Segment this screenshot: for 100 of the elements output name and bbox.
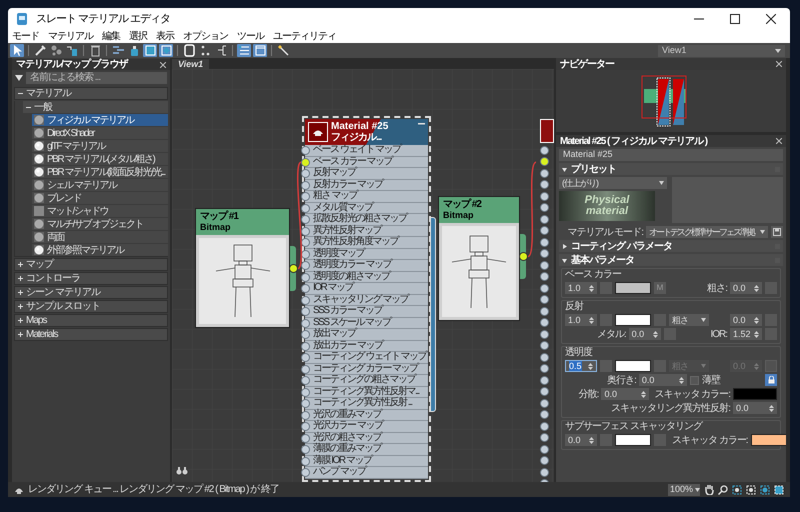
group-header[interactable]: 一般 [23,101,168,113]
menu-item[interactable]: オプション [183,30,228,42]
input-socket[interactable] [301,192,310,201]
search-icon[interactable] [718,484,728,494]
hand-icon[interactable] [704,484,714,495]
material-item[interactable]: マルチ/サブ オブジェクト [32,218,168,230]
input-socket[interactable] [301,353,310,362]
color-swatch[interactable] [615,282,651,294]
frame-icon[interactable] [760,484,770,494]
dropdown[interactable]: 粗さ [669,314,709,326]
plus-icon[interactable] [17,317,24,324]
menu-item[interactable]: ユーティリティ [273,30,336,42]
material-item[interactable]: 外部参照マテリアル [32,244,168,256]
view-dropdown[interactable]: View1 [658,44,785,56]
spinner-field[interactable]: 0.0 [628,328,661,340]
menu-item[interactable]: ツール [237,30,264,42]
material-item[interactable]: DirectX Shader [32,127,168,139]
spinner-field[interactable]: 0.0 [565,434,597,446]
input-socket[interactable] [301,342,310,350]
save-button[interactable] [771,226,783,238]
section-header[interactable]: 基本パラメータ [559,254,783,266]
material-item[interactable]: PBR マテリアル(メタル/粗さ) [32,153,168,165]
material-item[interactable]: 両面 [32,231,168,243]
input-socket[interactable] [301,376,310,385]
color-swatch[interactable] [615,314,651,326]
close-icon[interactable] [776,61,782,67]
toolbar-button[interactable] [111,44,125,57]
group-header[interactable]: マテリアル [14,87,168,100]
input-socket[interactable] [301,330,310,339]
input-socket[interactable] [301,468,310,477]
view-tab[interactable]: View1 [172,59,210,69]
toolbar-button[interactable] [276,44,290,57]
toolbar-button[interactable] [88,44,102,57]
input-socket[interactable] [301,399,310,408]
material-item[interactable]: フィジカル マテリアル [32,114,168,126]
close-icon[interactable] [160,62,166,68]
input-socket[interactable] [301,215,310,224]
section-header[interactable]: コーティング パラメータ [559,240,783,252]
dropdown[interactable]: (仕上がり) [559,177,667,189]
color-swatch[interactable] [615,434,651,446]
input-socket[interactable] [301,456,310,466]
input-socket[interactable] [301,445,310,454]
close-icon[interactable] [766,14,776,24]
input-socket[interactable] [301,318,310,328]
plus-icon[interactable] [17,261,24,268]
material-item[interactable]: マット/シャドウ [32,205,168,217]
material-item[interactable]: ブレンド [32,192,168,204]
zoom-dropdown[interactable]: 100% [668,484,700,496]
spinner-field[interactable]: 1.0 [565,282,597,294]
spinner-field[interactable]: 1.0 [565,314,597,326]
input-socket[interactable] [301,296,310,304]
spinner-field[interactable]: 1.52 [730,328,762,340]
menu-item[interactable]: 編集 [102,30,120,42]
group-header[interactable]: コントローラ [14,272,168,285]
spinner-field[interactable]: 0.0 [730,282,762,294]
minus-icon[interactable] [17,90,24,97]
group-header[interactable]: サンプル スロット [14,300,168,313]
input-socket[interactable] [301,284,310,293]
color-swatch[interactable] [750,434,786,446]
plus-icon[interactable] [17,289,24,296]
material-item[interactable]: glTF マテリアル [32,140,168,152]
spinner-field[interactable]: 0.0 [730,314,762,326]
map-node[interactable]: マップ #2 Bitmap [438,196,520,321]
slot-label: コーティング異方性反射 ... [313,398,412,408]
input-socket[interactable] [301,146,310,155]
plus-icon[interactable] [17,275,24,282]
plus-icon[interactable] [17,331,24,338]
input-socket[interactable] [301,226,310,236]
plus-icon[interactable] [17,303,24,310]
input-socket[interactable] [301,180,310,190]
menu-item[interactable]: 表示 [156,30,174,42]
section-header[interactable]: プリセット [559,163,783,175]
input-socket[interactable] [301,158,310,166]
input-socket[interactable] [301,261,310,270]
input-socket[interactable] [301,410,310,420]
toolbar-button[interactable] [33,44,47,57]
menu-item[interactable]: マテリアル [48,30,93,42]
material-item[interactable]: シェル マテリアル [32,179,168,191]
zoom-region-icon[interactable] [732,484,742,494]
dropdown[interactable]: オートデスク標準サーフェス準拠 [646,226,768,238]
toolbar-button[interactable] [65,44,79,57]
group-header[interactable]: シーン マテリアル [14,286,168,299]
binoculars-icon[interactable] [176,466,188,476]
triangle-icon[interactable] [15,74,23,80]
input-socket[interactable] [301,307,310,316]
search-field[interactable]: 名前による検索 ... [26,72,167,84]
input-socket[interactable] [301,422,310,431]
group-header[interactable]: Materials [14,328,168,341]
spinner-arrows-icon [754,316,759,324]
name-field[interactable]: Material #25 [559,149,783,161]
maximize-icon[interactable] [730,14,740,24]
menu-item[interactable]: 選択 [129,30,147,42]
input-socket[interactable] [301,169,310,178]
material-item[interactable]: PBR マテリアル(鏡面反射光/光... [32,166,168,178]
map-node[interactable]: マップ #1 Bitmap [195,208,290,328]
group-header[interactable]: Maps [14,314,168,327]
group-header[interactable]: マップ [14,258,168,271]
menu-item[interactable]: モード [12,30,39,42]
input-socket[interactable] [301,388,310,396]
close-icon[interactable] [776,138,782,144]
